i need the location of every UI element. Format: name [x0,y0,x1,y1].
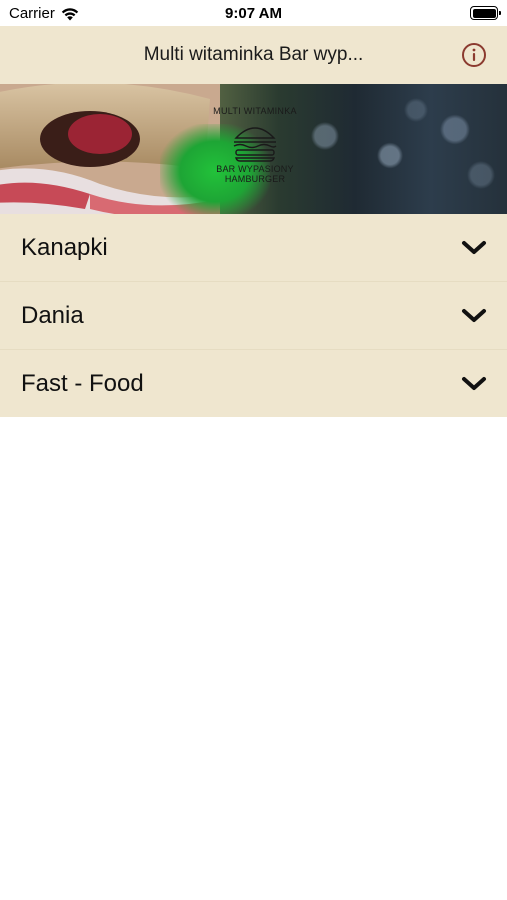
header-banner-image: MULTI WITAMINKA BAR WYPASIONY HAMBURGER [0,84,507,214]
navigation-bar: Multi witaminka Bar wyp... [0,26,507,84]
menu-item-kanapki[interactable]: Kanapki [0,214,507,282]
chevron-down-icon[interactable] [461,239,487,257]
chevron-down-icon[interactable] [461,307,487,325]
menu-item-label: Dania [21,301,84,329]
menu-item-label: Fast - Food [21,369,144,397]
menu-item-fast-food[interactable]: Fast - Food [0,350,507,417]
status-time: 9:07 AM [225,5,282,22]
menu-item-dania[interactable]: Dania [0,282,507,350]
logo-bottom-line1: BAR WYPASIONY [216,164,294,174]
logo-bottom-line2: HAMBURGER [224,174,286,184]
battery-tip [499,10,501,15]
burger-icon [233,127,277,162]
info-circle-icon[interactable] [461,42,487,68]
page-title: Multi witaminka Bar wyp... [143,44,364,65]
battery-icon [470,6,501,20]
menu-item-label: Kanapki [21,233,108,261]
restaurant-logo: MULTI WITAMINKA BAR WYPASIONY HAMBURGER [195,106,315,198]
menu-category-list: Kanapki Dania Fast - Food [0,214,507,417]
logo-top-text: MULTI WITAMINKA [213,106,297,116]
chevron-down-icon[interactable] [461,375,487,393]
battery-level [472,8,496,18]
status-bar: Carrier 9:07 AM [0,0,507,26]
